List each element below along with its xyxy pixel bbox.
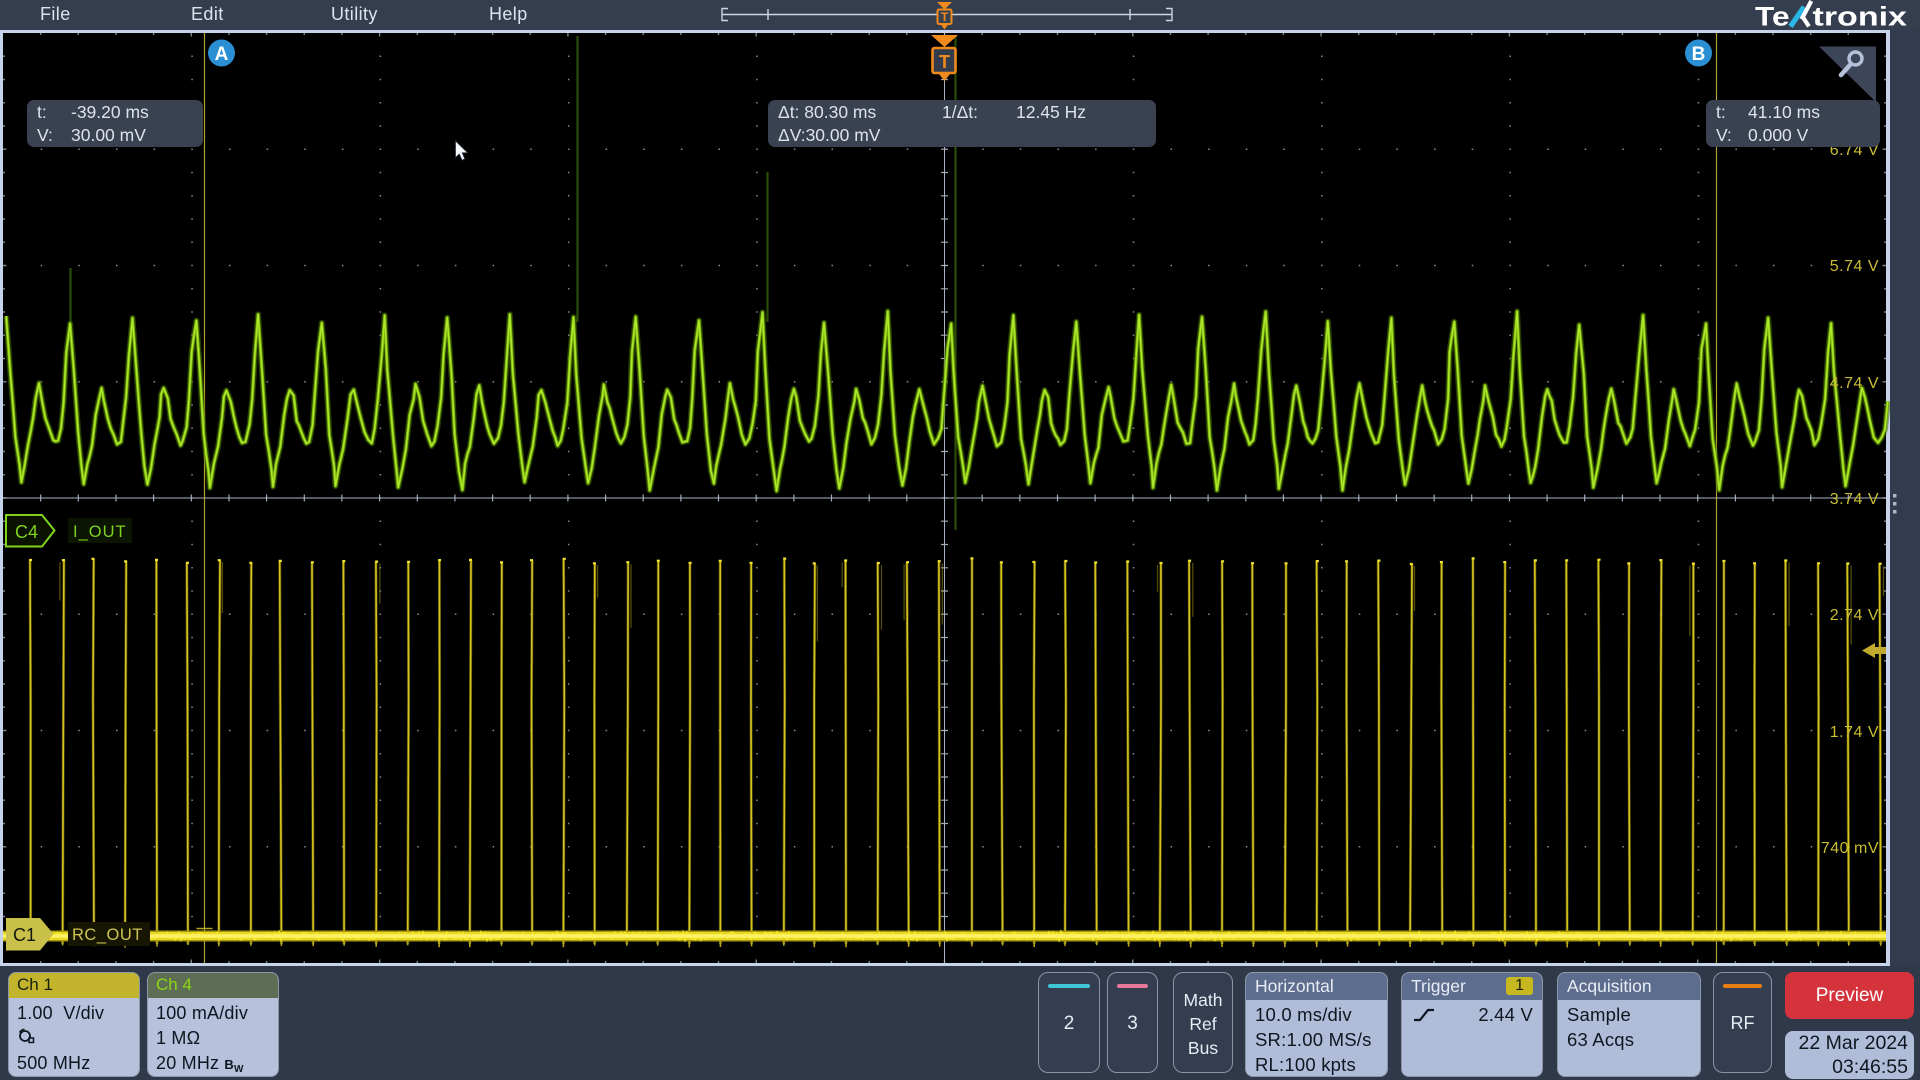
svg-text:3.74 V: 3.74 V xyxy=(1830,491,1879,508)
svg-text:740 mV: 740 mV xyxy=(1821,840,1879,857)
svg-text:2.74 V: 2.74 V xyxy=(1830,607,1879,624)
svg-text:C4: C4 xyxy=(15,522,38,542)
svg-text:1.74 V: 1.74 V xyxy=(1830,724,1879,741)
svg-text:A: A xyxy=(215,44,229,65)
svg-text:T: T xyxy=(939,52,950,72)
svg-text:5.74 V: 5.74 V xyxy=(1830,258,1879,275)
svg-text:4.74 V: 4.74 V xyxy=(1830,375,1879,392)
svg-text:B: B xyxy=(1692,44,1706,65)
svg-text:I_OUT: I_OUT xyxy=(73,523,127,541)
svg-text:C1: C1 xyxy=(13,925,36,945)
svg-text:RC_OUT: RC_OUT xyxy=(72,926,143,944)
